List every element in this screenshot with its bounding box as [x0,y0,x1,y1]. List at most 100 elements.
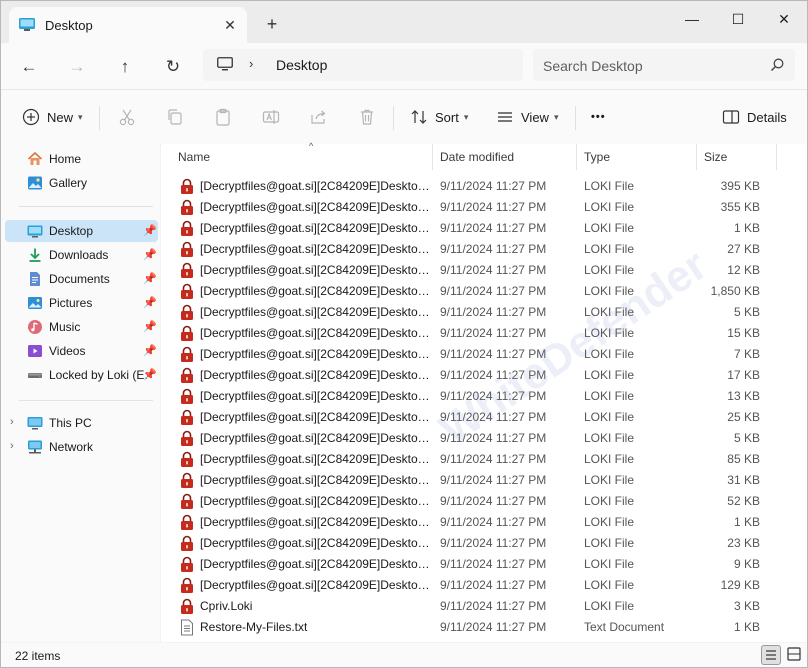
breadcrumb-desktop[interactable]: Desktop [276,57,327,73]
rename-button[interactable] [261,104,281,130]
tab-desktop[interactable]: Desktop ✕ [9,7,247,43]
tab-close-icon[interactable]: ✕ [221,16,239,34]
view-button[interactable]: View ▾ [495,104,558,130]
file-date: 9/11/2024 11:27 PM [440,515,547,529]
new-label: New [47,109,74,125]
locked-file-icon [181,262,193,278]
file-size: 3 KB [733,599,760,613]
column-header-date[interactable]: Date modified [433,144,577,170]
table-row[interactable]: Cpriv.Loki 9/11/2024 11:27 PM LOKI File 3 K… [175,596,773,617]
more-options-button[interactable]: ••• [591,104,606,130]
sidebar-item-locked-drive[interactable]: Locked by Loki (E: 📌 [5,364,158,386]
minimize-icon[interactable]: — [669,5,715,33]
chevron-right-icon[interactable]: › [10,440,14,452]
table-row[interactable]: [Decryptfiles@goat.si][2C84209E]Desktop.… [175,428,773,449]
pin-icon[interactable]: 📌 [143,296,157,310]
address-bar[interactable]: › Desktop [203,49,523,81]
table-row[interactable]: [Decryptfiles@goat.si][2C84209E]Desktop.… [175,491,773,512]
paste-button[interactable] [213,104,233,130]
sidebar-item-home[interactable]: Home [5,148,158,170]
close-window-icon[interactable]: ✕ [761,5,807,33]
sidebar-item-music[interactable]: Music 📌 [5,316,158,338]
table-row[interactable]: [Decryptfiles@goat.si][2C84209E]Desktop.… [175,554,773,575]
table-row[interactable]: [Decryptfiles@goat.si][2C84209E]Desktop.… [175,533,773,554]
sidebar-item-videos[interactable]: Videos 📌 [5,340,158,362]
sidebar-item-pictures[interactable]: Pictures 📌 [5,292,158,314]
new-tab-icon[interactable]: + [263,15,281,33]
file-name: [Decryptfiles@goat.si][2C84209E]Desktop.… [200,452,430,466]
table-row[interactable]: [Decryptfiles@goat.si][2C84209E]Desktop.… [175,407,773,428]
share-button[interactable] [309,104,329,130]
copy-button[interactable] [165,104,185,130]
new-button[interactable]: New ▾ [21,104,83,130]
search-input[interactable] [541,55,765,77]
details-pane-button[interactable]: Details [721,104,787,130]
column-header-size[interactable]: Size [697,144,777,170]
sidebar-item-this-pc[interactable]: › This PC [5,412,158,434]
chevron-right-icon[interactable]: › [10,416,14,428]
breadcrumb-separator-icon[interactable]: › [249,56,253,71]
sort-label: Sort [435,109,459,125]
maximize-icon[interactable]: ☐ [715,5,761,33]
refresh-icon[interactable]: ↻ [159,53,187,81]
file-date: 9/11/2024 11:27 PM [440,536,547,550]
pin-icon[interactable]: 📌 [143,368,157,382]
pin-icon[interactable]: 📌 [143,248,157,262]
search-icon[interactable] [769,57,785,73]
table-row[interactable]: [Decryptfiles@goat.si][2C84209E]Desktop.… [175,239,773,260]
file-name: [Decryptfiles@goat.si][2C84209E]Desktop.… [200,578,430,592]
table-row[interactable]: [Decryptfiles@goat.si][2C84209E]Desktop.… [175,344,773,365]
sidebar-item-downloads[interactable]: Downloads 📌 [5,244,158,266]
table-row[interactable]: [Decryptfiles@goat.si][2C84209E]Desktop.… [175,218,773,239]
table-row[interactable]: [Decryptfiles@goat.si][2C84209E]Desktop.… [175,512,773,533]
table-row[interactable]: [Decryptfiles@goat.si][2C84209E]Desktop.… [175,197,773,218]
pin-icon[interactable]: 📌 [143,320,157,334]
details-view-button[interactable] [761,645,781,665]
sidebar-item-label: Downloads [49,248,109,262]
pin-icon[interactable]: 📌 [143,224,157,238]
file-type: LOKI File [584,515,635,529]
table-row[interactable]: [Decryptfiles@goat.si][2C84209E]Desktop.… [175,260,773,281]
sidebar-item-network[interactable]: › Network [5,436,158,458]
table-row[interactable]: [Decryptfiles@goat.si][2C84209E]Desktop.… [175,386,773,407]
table-row[interactable]: [Decryptfiles@goat.si][2C84209E]Desktop.… [175,302,773,323]
file-name: [Decryptfiles@goat.si][2C84209E]Desktop.… [200,473,430,487]
table-row[interactable]: [Decryptfiles@goat.si][2C84209E]Desktop.… [175,470,773,491]
file-name: [Decryptfiles@goat.si][2C84209E]Desktop.… [200,179,430,193]
table-row[interactable]: [Decryptfiles@goat.si][2C84209E]Desktop.… [175,176,773,197]
downloads-icon [29,248,41,262]
column-divider[interactable] [776,144,777,170]
locked-file-icon [181,514,193,530]
column-header-type[interactable]: Type [577,144,697,170]
up-icon[interactable]: ↑ [111,53,139,81]
table-row[interactable]: [Decryptfiles@goat.si][2C84209E]Desktop.… [175,281,773,302]
column-header-name[interactable]: ^ Name [171,141,433,170]
locked-file-icon [181,472,193,488]
delete-button[interactable] [357,104,377,130]
search-box[interactable] [533,49,795,81]
file-name: [Decryptfiles@goat.si][2C84209E]Desktop.… [200,494,430,508]
delete-icon [361,109,373,125]
file-type: LOKI File [584,473,635,487]
locked-file-icon [181,556,193,572]
table-row[interactable]: [Decryptfiles@goat.si][2C84209E]Desktop.… [175,449,773,470]
details-view-icon [766,650,776,660]
pin-icon[interactable]: 📌 [143,344,157,358]
table-row[interactable]: [Decryptfiles@goat.si][2C84209E]Desktop.… [175,575,773,596]
cut-button[interactable] [117,104,137,130]
back-icon[interactable]: ← [15,53,43,81]
forward-icon[interactable]: → [63,53,91,81]
sidebar-item-label: This PC [49,416,92,430]
file-size: 355 KB [720,200,760,214]
sidebar-item-gallery[interactable]: Gallery [5,172,158,194]
sidebar-item-documents[interactable]: Documents 📌 [5,268,158,290]
sidebar-item-desktop[interactable]: Desktop 📌 [5,220,158,242]
divider [99,106,100,130]
table-row[interactable]: [Decryptfiles@goat.si][2C84209E]Desktop.… [175,365,773,386]
tiles-view-button[interactable] [785,645,805,665]
pin-icon[interactable]: 📌 [143,272,157,286]
file-type: LOKI File [584,557,635,571]
table-row[interactable]: Restore-My-Files.txt 9/11/2024 11:27 PM Te… [175,617,773,638]
table-row[interactable]: [Decryptfiles@goat.si][2C84209E]Desktop.… [175,323,773,344]
sort-button[interactable]: Sort ▾ [409,104,468,130]
